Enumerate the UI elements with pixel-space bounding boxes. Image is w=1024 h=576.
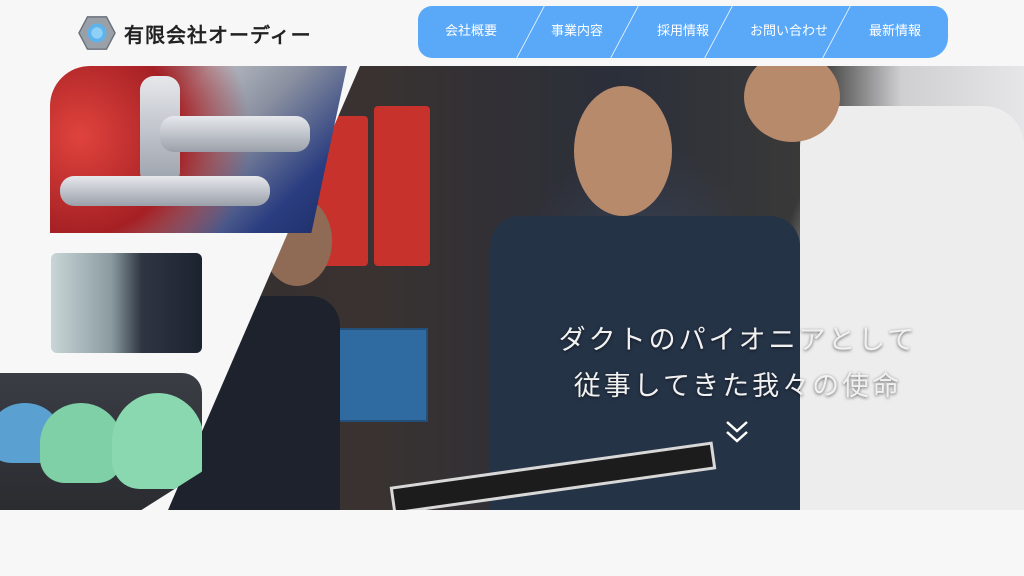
green-helmet <box>40 403 122 483</box>
company-name: 有限会社オーディー <box>124 22 312 47</box>
nav-recruit[interactable]: 採用情報 <box>630 6 736 58</box>
hero-copy-line2: 従事してきた我々の使命 <box>573 371 903 402</box>
green-helmet <box>112 393 202 489</box>
hero: ダクトのパイオニアとして 従事してきた我々の使命 <box>0 66 1024 510</box>
nav-news[interactable]: 最新情報 <box>842 6 948 58</box>
logo[interactable]: 有限会社オーディー <box>78 14 312 52</box>
helmets-photo <box>0 373 202 510</box>
nav-label: お問い合わせ <box>749 24 828 39</box>
hero-copy-line1: ダクトのパイオニアとして <box>558 325 918 356</box>
duct-pipe <box>60 176 270 206</box>
duct-photo <box>50 66 347 233</box>
nav-label: 最新情報 <box>868 24 921 39</box>
hex-nut-icon <box>78 16 116 50</box>
nav-label: 事業内容 <box>550 24 603 39</box>
duct-pipe <box>160 116 310 152</box>
global-nav: 会社概要 事業内容 採用情報 お問い合わせ 最新情報 <box>418 6 948 58</box>
hero-copy: ダクトのパイオニアとして 従事してきた我々の使命 <box>548 318 928 410</box>
double-chevron-down-icon[interactable] <box>724 418 750 448</box>
nav-label: 会社概要 <box>444 24 497 39</box>
toolbelt-photo <box>51 253 202 353</box>
nav-label: 採用情報 <box>656 24 709 39</box>
nav-company[interactable]: 会社概要 <box>418 6 524 58</box>
